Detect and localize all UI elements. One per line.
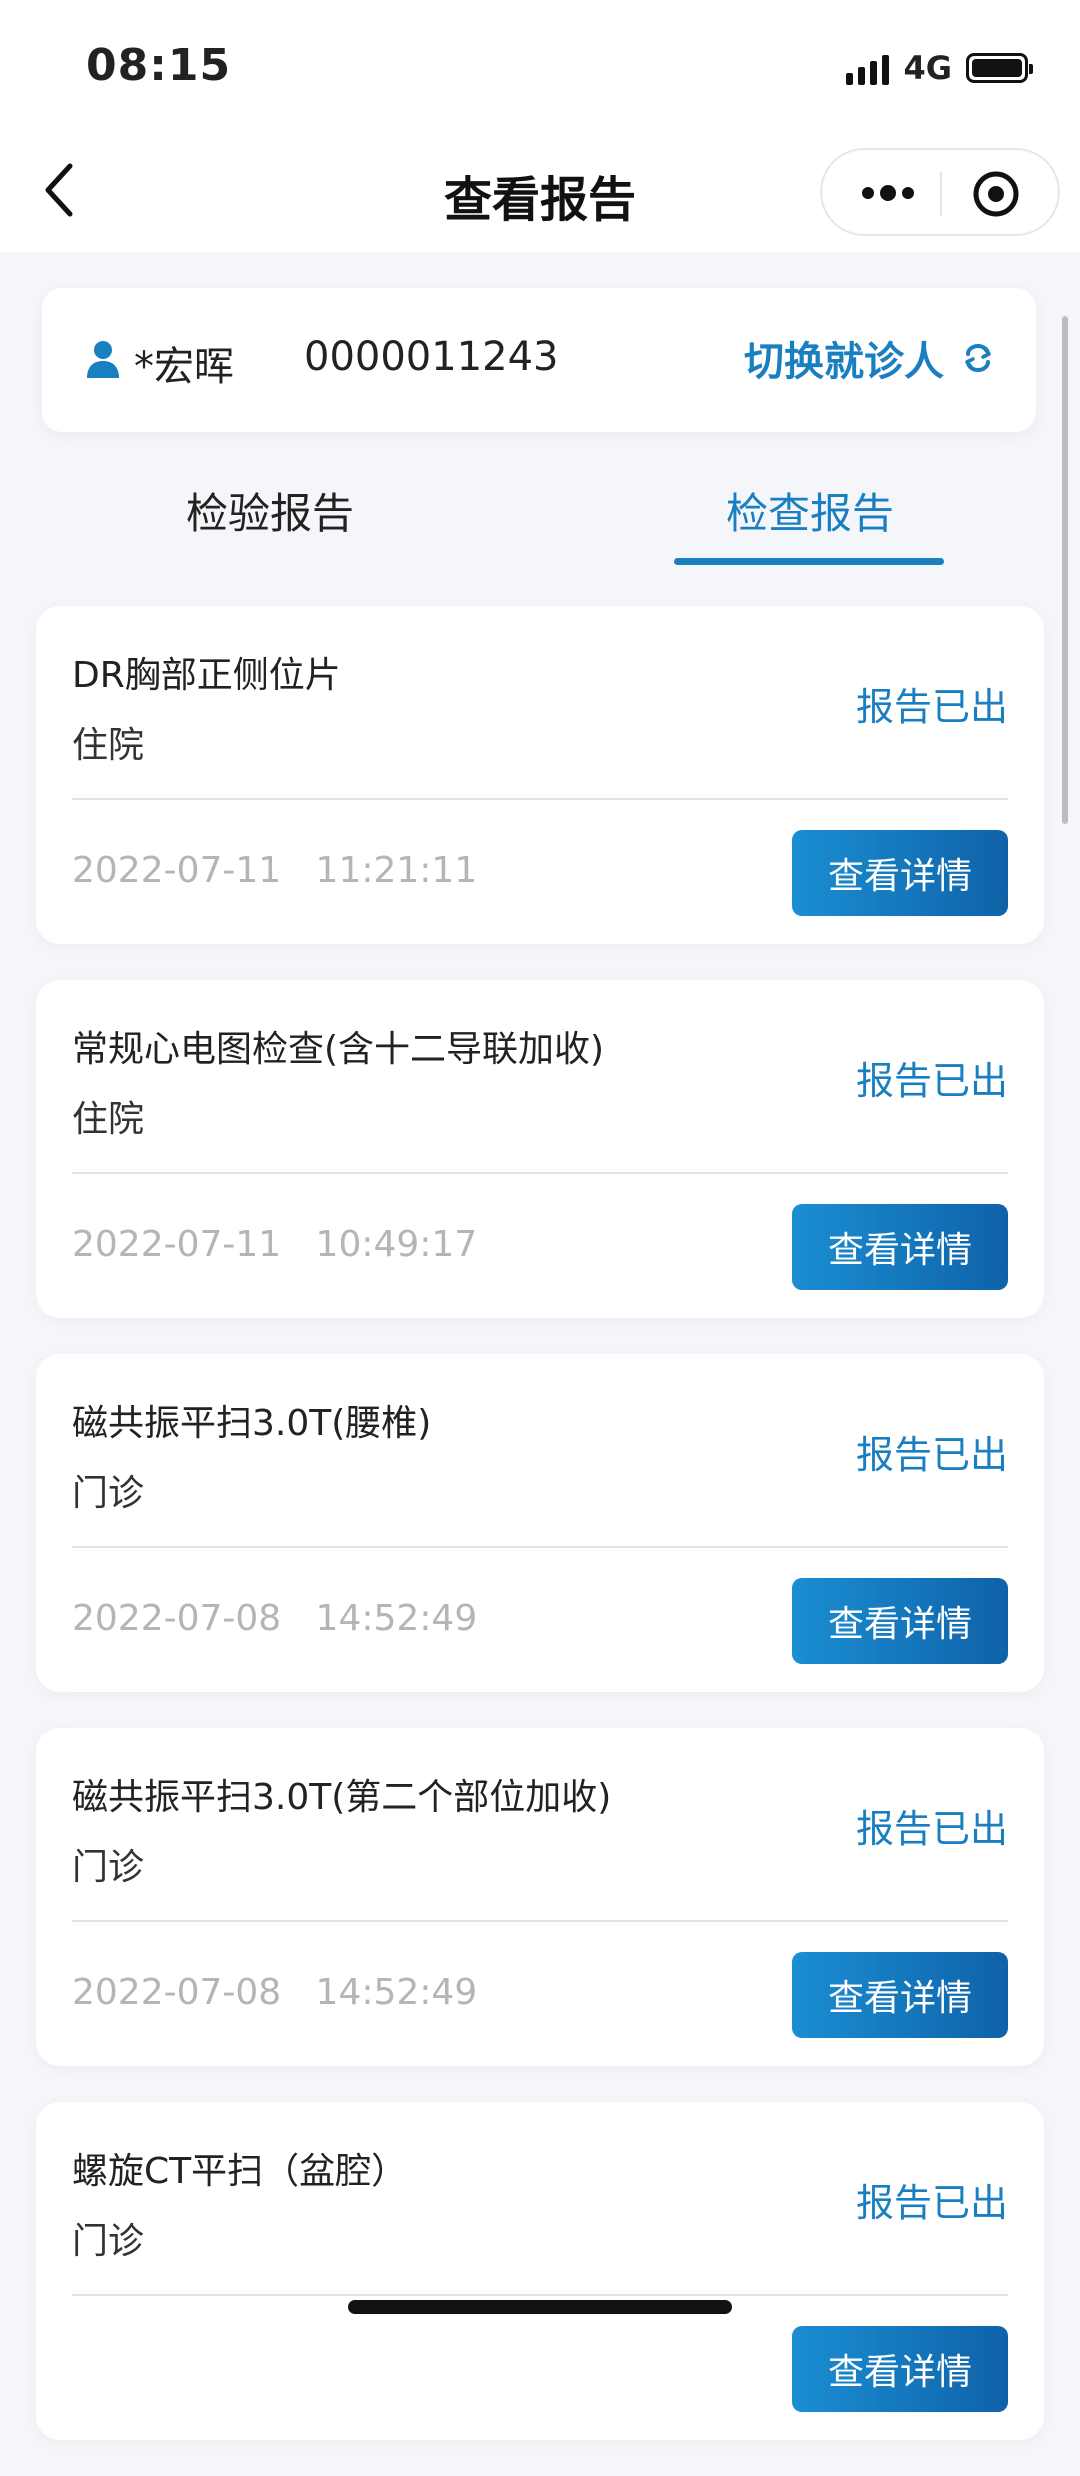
view-detail-button[interactable]: 查看详情	[792, 830, 1008, 916]
visit-type: 住院	[72, 725, 145, 766]
report-name: 磁共振平扫3.0T(腰椎)	[72, 1403, 432, 1444]
refresh-icon	[965, 344, 991, 372]
report-status: 报告已出	[855, 1807, 1008, 1851]
card-divider	[72, 1920, 1008, 1922]
active-tab-indicator	[674, 558, 944, 565]
report-status: 报告已出	[855, 1059, 1008, 1103]
report-time: 2022-07-08 14:52:49	[72, 1972, 478, 2013]
report-status: 报告已出	[855, 685, 1008, 729]
report-tabs: 检验报告 检查报告	[0, 470, 1080, 570]
report-list: DR胸部正侧位片 住院 报告已出 2022-07-11 11:21:11 查看详…	[36, 606, 1044, 2476]
status-indicators: 4G	[846, 48, 1033, 88]
tab-exam-report[interactable]: 检查报告	[726, 480, 894, 541]
view-detail-button[interactable]: 查看详情	[792, 1578, 1008, 1664]
report-time: 2022-07-08 14:52:49	[72, 1598, 478, 1639]
scrollbar[interactable]	[1062, 316, 1068, 824]
report-card[interactable]: 磁共振平扫3.0T(腰椎) 门诊 报告已出 2022-07-08 14:52:4…	[36, 1354, 1044, 1692]
report-status: 报告已出	[855, 1433, 1008, 1477]
report-card[interactable]: 常规心电图检查(含十二导联加收) 住院 报告已出 2022-07-11 10:4…	[36, 980, 1044, 1318]
report-card[interactable]: DR胸部正侧位片 住院 报告已出 2022-07-11 11:21:11 查看详…	[36, 606, 1044, 944]
visit-type: 门诊	[72, 1847, 145, 1888]
card-divider	[72, 1172, 1008, 1174]
view-detail-button[interactable]: 查看详情	[792, 1204, 1008, 1290]
visit-type: 住院	[72, 1099, 145, 1140]
capsule-divider	[940, 172, 942, 216]
top-bar: 08:15 4G 查看报告	[0, 0, 1080, 252]
card-divider	[72, 1546, 1008, 1548]
status-time: 08:15	[86, 40, 232, 91]
mini-program-capsule	[820, 148, 1060, 236]
tab-lab-report[interactable]: 检验报告	[186, 480, 354, 541]
more-dots-icon[interactable]	[858, 178, 918, 208]
home-indicator[interactable]	[348, 2300, 732, 2314]
card-divider	[72, 2294, 1008, 2296]
report-name: 常规心电图检查(含十二导联加收)	[72, 1029, 605, 1070]
target-circle-icon[interactable]	[972, 170, 1020, 218]
visit-type: 门诊	[72, 1473, 145, 1514]
visit-type: 门诊	[72, 2221, 145, 2262]
signal-icon	[846, 51, 890, 85]
battery-icon	[966, 53, 1033, 83]
switch-patient-label: 切换就诊人	[744, 339, 944, 385]
report-card[interactable]: 磁共振平扫3.0T(第二个部位加收) 门诊 报告已出 2022-07-08 14…	[36, 1728, 1044, 2066]
patient-card: *宏晖 0000011243 切换就诊人	[42, 288, 1036, 432]
switch-patient-button[interactable]: 切换就诊人	[744, 332, 996, 385]
card-divider	[72, 798, 1008, 800]
report-card[interactable]: 螺旋CT平扫（盆腔） 门诊 报告已出 查看详情	[36, 2102, 1044, 2440]
report-name: 螺旋CT平扫（盆腔）	[72, 2151, 408, 2192]
report-name: DR胸部正侧位片	[72, 655, 341, 696]
view-detail-button[interactable]: 查看详情	[792, 1952, 1008, 2038]
report-time: 2022-07-11 11:21:11	[72, 850, 478, 891]
report-time: 2022-07-11 10:49:17	[72, 1224, 478, 1265]
view-detail-button[interactable]: 查看详情	[792, 2326, 1008, 2412]
person-icon	[87, 341, 119, 378]
patient-name: *宏晖	[134, 344, 234, 390]
network-type: 4G	[903, 49, 952, 87]
report-name: 磁共振平扫3.0T(第二个部位加收)	[72, 1777, 612, 1818]
patient-id: 0000011243	[304, 334, 559, 380]
report-status: 报告已出	[855, 2181, 1008, 2225]
